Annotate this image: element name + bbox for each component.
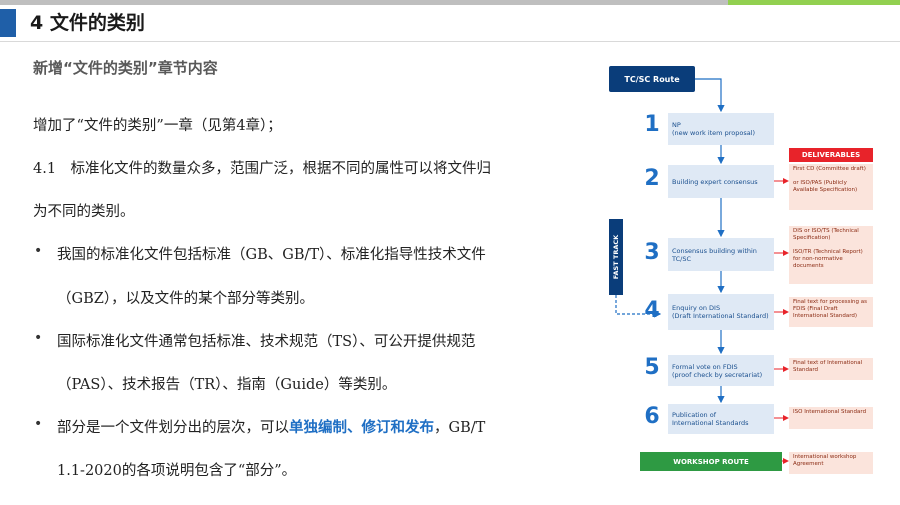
workshop-route-label: WORKSHOP ROUTE xyxy=(640,452,782,471)
step-5-box: Formal vote on FDIS (proof check by secr… xyxy=(668,355,774,386)
step-6-box: Publication of International Standards xyxy=(668,404,774,434)
tc-sc-route-label: TC/SC Route xyxy=(609,66,695,92)
deliverable-item: Final text for processing as FDIS (Final… xyxy=(789,297,873,327)
step-6-number: 6 xyxy=(644,404,660,429)
step-1-number: 1 xyxy=(644,112,660,137)
step-4-number: 4 xyxy=(644,298,660,323)
step-3-number: 3 xyxy=(644,240,660,265)
step-2-number: 2 xyxy=(644,166,660,191)
deliverable-item: International workshop Agreement xyxy=(789,452,873,474)
fast-track-label: FAST TRACK xyxy=(609,219,623,295)
deliverable-item: DIS or ISO/TS (Technical Specification) … xyxy=(789,226,873,284)
route-arrow xyxy=(695,78,725,113)
deliverable-item: Final text of International Standard xyxy=(789,358,873,380)
step-3-box: Consensus building within TC/SC xyxy=(668,238,774,271)
fast-track-text: FAST TRACK xyxy=(612,234,621,280)
step-1-box: NP (new work item proposal) xyxy=(668,113,774,145)
step-4-box: Enquiry on DIS (Draft International Stan… xyxy=(668,294,774,330)
deliverables-header: DELIVERABLES xyxy=(789,148,873,162)
deliverable-item: First CD (Committee draft) or ISO/PAS (P… xyxy=(789,164,873,210)
step-5-number: 5 xyxy=(644,355,660,380)
step-2-box: Building expert consensus xyxy=(668,165,774,198)
deliverable-item: ISO International Standard xyxy=(789,407,873,429)
